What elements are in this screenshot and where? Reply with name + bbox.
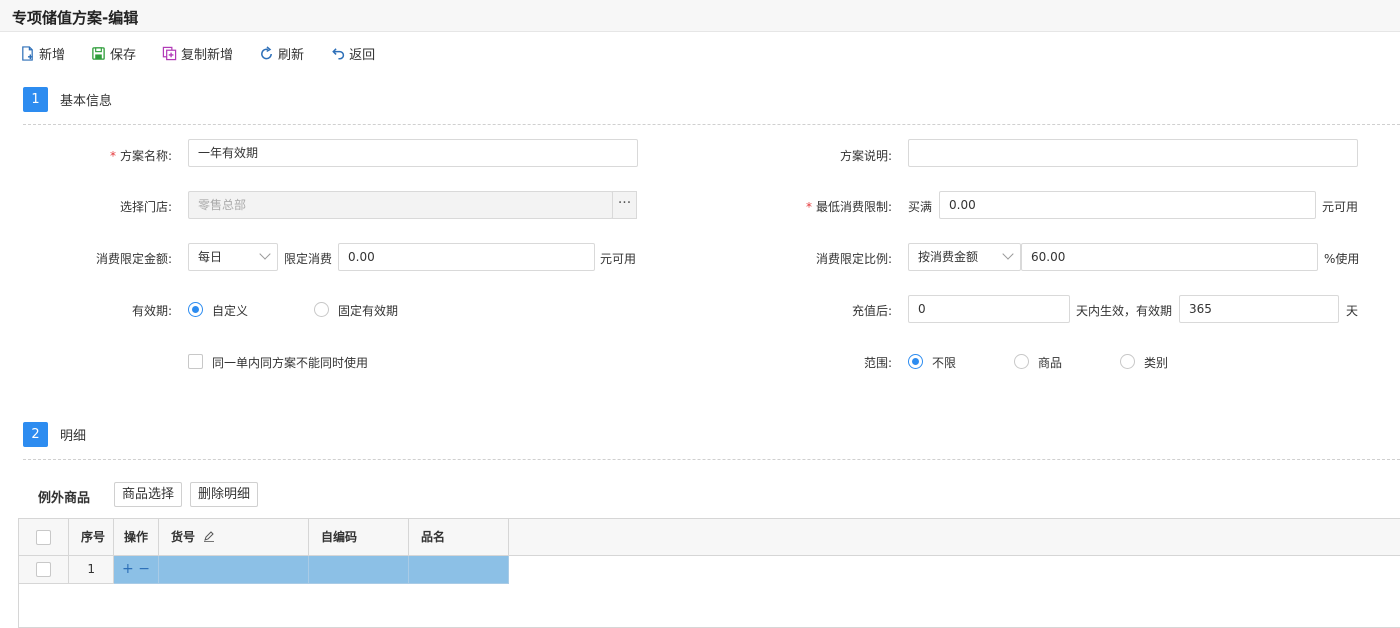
- row-name-cell[interactable]: [409, 556, 509, 584]
- min-consume-label: * 最低消费限制:: [805, 200, 892, 214]
- validity-custom-label[interactable]: 自定义: [212, 302, 248, 319]
- row-checkbox[interactable]: [36, 562, 51, 577]
- scope-category-label[interactable]: 类别: [1144, 354, 1168, 371]
- scope-all-label[interactable]: 不限: [932, 354, 956, 371]
- exception-goods-title: 例外商品: [38, 491, 91, 506]
- chevron-down-icon: [1002, 248, 1014, 260]
- limit-period-value: 每日: [198, 250, 223, 264]
- grid-header: 序号 操作 货号 自编码 品名: [19, 519, 1400, 556]
- header-action: 操作: [114, 519, 159, 556]
- delete-detail-button[interactable]: 删除明细: [190, 482, 259, 507]
- limit-ratio-suffix: %使用: [1324, 252, 1360, 266]
- copy-new-button-label: 复制新增: [181, 47, 234, 63]
- row-select-cell: [19, 556, 69, 584]
- edit-pencil-icon: [204, 531, 215, 542]
- validity-fixed-label[interactable]: 固定有效期: [338, 302, 398, 319]
- section-divider: [23, 459, 1400, 460]
- row-self-code-cell[interactable]: [309, 556, 409, 584]
- row-add-button[interactable]: +: [122, 561, 134, 577]
- valid-days-suffix: 天: [1346, 304, 1359, 318]
- toolbar: 新增 保存 复制新增 刷新 返回: [0, 40, 401, 66]
- back-button-label: 返回: [349, 47, 376, 63]
- limit-period-select[interactable]: 每日: [188, 243, 278, 271]
- header-name: 品名: [409, 519, 509, 556]
- section-number: 1: [23, 87, 48, 112]
- min-consume-prefix: 买满: [908, 200, 933, 214]
- section-detail-header: 2 明细: [23, 422, 86, 447]
- row-seq: 1: [69, 556, 114, 584]
- limit-amount-suffix: 元可用: [600, 252, 637, 266]
- scope-goods-label[interactable]: 商品: [1038, 354, 1062, 371]
- page-title: 专项储值方案-编辑: [12, 9, 139, 27]
- chevron-down-icon: [259, 248, 271, 260]
- min-consume-input[interactable]: 0.00: [939, 191, 1316, 219]
- plan-desc-label: 方案说明:: [839, 149, 892, 163]
- scope-goods-radio[interactable]: [1014, 354, 1029, 369]
- row-remove-button[interactable]: −: [138, 561, 150, 577]
- store-picker-button[interactable]: ···: [612, 191, 637, 219]
- min-consume-suffix: 元可用: [1322, 200, 1359, 214]
- limit-amount-input[interactable]: 0.00: [338, 243, 595, 271]
- select-goods-button[interactable]: 商品选择: [114, 482, 183, 507]
- new-document-icon: [22, 45, 33, 61]
- refresh-button-label: 刷新: [278, 47, 305, 63]
- title-bar: 专项储值方案-编辑: [0, 0, 1400, 32]
- limit-ratio-mode-select[interactable]: 按消费金额: [908, 243, 1021, 271]
- validity-label: 有效期:: [131, 304, 172, 318]
- plan-desc-input[interactable]: [908, 139, 1358, 167]
- store-label: 选择门店:: [119, 200, 172, 214]
- copy-icon: [162, 46, 177, 60]
- limit-amount-middle: 限定消费: [284, 252, 333, 266]
- select-all-checkbox[interactable]: [36, 530, 51, 545]
- new-button[interactable]: 新增: [20, 44, 65, 63]
- refresh-button[interactable]: 刷新: [259, 44, 304, 63]
- validity-custom-radio[interactable]: [188, 302, 203, 317]
- section-divider: [23, 124, 1400, 125]
- scope-all-radio[interactable]: [908, 354, 923, 369]
- section-basic-info-header: 1 基本信息: [23, 87, 112, 112]
- header-seq: 序号: [69, 519, 114, 556]
- section-title: 明细: [60, 429, 87, 444]
- scope-label: 范围:: [863, 356, 892, 370]
- plan-name-label: * 方案名称:: [109, 149, 172, 163]
- row-action-cell: + −: [114, 556, 159, 584]
- new-button-label: 新增: [39, 47, 66, 63]
- plan-name-input[interactable]: 一年有效期: [188, 139, 638, 167]
- back-button[interactable]: 返回: [330, 44, 375, 63]
- validity-fixed-radio[interactable]: [314, 302, 329, 317]
- header-self-code: 自编码: [309, 519, 409, 556]
- save-button[interactable]: 保存: [91, 44, 136, 63]
- header-code-label: 货号: [171, 530, 196, 544]
- scope-category-radio[interactable]: [1120, 354, 1135, 369]
- save-icon: [92, 46, 105, 60]
- recharge-days-input[interactable]: 0: [908, 295, 1070, 323]
- save-button-label: 保存: [110, 47, 137, 63]
- limit-ratio-label: 消费限定比例:: [815, 252, 892, 266]
- limit-amount-label: 消费限定金额:: [95, 252, 172, 266]
- copy-new-button[interactable]: 复制新增: [162, 44, 233, 63]
- recharge-label: 充值后:: [851, 304, 892, 318]
- row-code-cell[interactable]: [159, 556, 309, 584]
- valid-days-input[interactable]: 365: [1179, 295, 1339, 323]
- section-title: 基本信息: [60, 94, 113, 109]
- same-order-label[interactable]: 同一单内同方案不能同时使用: [212, 354, 368, 371]
- same-order-checkbox[interactable]: [188, 354, 203, 369]
- refresh-icon: [261, 45, 272, 59]
- limit-ratio-mode-value: 按消费金额: [918, 250, 979, 264]
- header-select-all: [19, 519, 69, 556]
- detail-grid: 序号 操作 货号 自编码 品名 1 + −: [18, 518, 1400, 628]
- header-code: 货号: [159, 519, 309, 556]
- section-number: 2: [23, 422, 48, 447]
- store-input: 零售总部: [188, 191, 613, 219]
- recharge-middle: 天内生效，有效期: [1076, 304, 1173, 318]
- limit-ratio-input[interactable]: 60.00: [1021, 243, 1318, 271]
- back-arrow-icon: [332, 47, 345, 59]
